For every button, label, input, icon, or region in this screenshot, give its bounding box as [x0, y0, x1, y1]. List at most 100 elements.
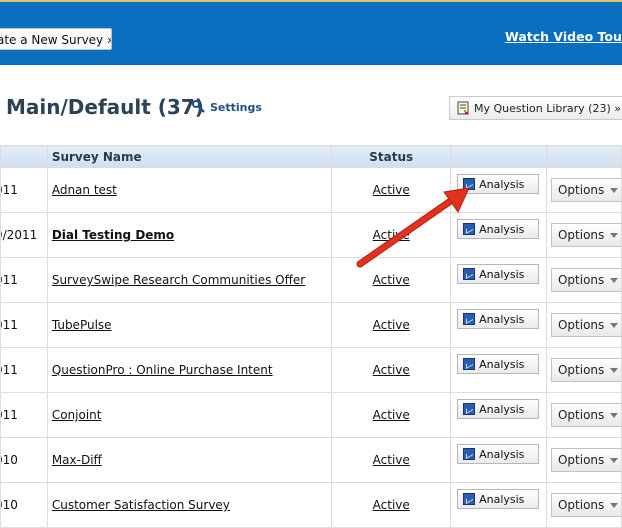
- survey-name-link[interactable]: SurveySwipe Research Communities Offer: [52, 273, 305, 287]
- survey-status-link[interactable]: Active: [373, 453, 410, 467]
- options-cell: Options: [545, 392, 622, 438]
- options-column-header: [545, 145, 622, 168]
- analysis-button[interactable]: Analysis: [457, 399, 540, 419]
- page-title: Main/Default (37): [6, 95, 204, 119]
- analysis-button[interactable]: Analysis: [457, 174, 540, 194]
- survey-date: 011: [1, 273, 18, 287]
- options-dropdown[interactable]: Options: [550, 223, 621, 247]
- analysis-button[interactable]: Analysis: [457, 444, 540, 464]
- options-label: Options: [557, 453, 605, 467]
- options-dropdown[interactable]: Options: [550, 493, 621, 517]
- survey-name-link[interactable]: TubePulse: [52, 318, 112, 332]
- survey-name-cell: Conjoint: [46, 392, 333, 438]
- options-label: Options: [557, 183, 605, 197]
- options-cell: Options: [545, 437, 622, 483]
- survey-name-cell: TubePulse: [46, 302, 333, 348]
- date-column-header: [0, 145, 48, 168]
- survey-name-column-header[interactable]: Survey Name: [46, 145, 333, 168]
- survey-date: 011: [1, 363, 18, 377]
- library-book-icon: [457, 101, 469, 115]
- survey-status-link[interactable]: Active: [373, 228, 410, 242]
- survey-date-cell: 011: [0, 302, 48, 348]
- survey-name-link[interactable]: Dial Testing Demo: [52, 228, 174, 242]
- survey-status-link[interactable]: Active: [373, 273, 410, 287]
- chart-icon: [463, 493, 476, 505]
- analysis-button[interactable]: Analysis: [457, 489, 540, 509]
- survey-status-link[interactable]: Active: [373, 498, 410, 512]
- survey-date-cell: 010: [0, 437, 48, 483]
- survey-name-link[interactable]: Customer Satisfaction Survey: [52, 498, 230, 512]
- chevron-down-icon: [610, 502, 619, 508]
- table-row: 011 TubePulse Active Analysis Options: [0, 302, 622, 348]
- analysis-cell: Analysis: [450, 482, 547, 528]
- survey-date-cell: 9/2011: [0, 212, 48, 258]
- analysis-label: Analysis: [479, 267, 525, 281]
- settings-link[interactable]: Settings: [192, 100, 262, 114]
- table-row: 9/2011 Dial Testing Demo Active Analysis Opt…: [0, 212, 622, 258]
- settings-label: Settings: [210, 100, 262, 114]
- analysis-button[interactable]: Analysis: [457, 264, 540, 284]
- options-dropdown[interactable]: Options: [550, 358, 621, 382]
- chevron-down-icon: [610, 322, 619, 328]
- survey-name-link[interactable]: Max-Diff: [52, 453, 102, 467]
- analysis-cell: Analysis: [450, 392, 547, 438]
- chart-icon: [463, 358, 476, 370]
- options-dropdown[interactable]: Options: [550, 313, 621, 337]
- survey-status-link[interactable]: Active: [373, 363, 410, 377]
- survey-name-link[interactable]: Adnan test: [52, 183, 117, 197]
- chart-icon: [463, 403, 476, 415]
- options-dropdown[interactable]: Options: [550, 178, 621, 202]
- survey-name-cell: Dial Testing Demo: [46, 212, 333, 258]
- chevron-down-icon: [610, 232, 619, 238]
- options-dropdown[interactable]: Options: [550, 403, 621, 427]
- options-dropdown[interactable]: Options: [550, 448, 621, 472]
- analysis-label: Analysis: [479, 222, 525, 236]
- analysis-cell: Analysis: [450, 212, 547, 258]
- survey-name-cell: Customer Satisfaction Survey: [46, 482, 333, 528]
- chevron-down-icon: [610, 187, 619, 193]
- options-cell: Options: [545, 167, 622, 213]
- survey-status-cell: Active: [331, 347, 452, 393]
- survey-name-link[interactable]: QuestionPro : Online Purchase Intent: [52, 363, 273, 377]
- survey-date: 010: [1, 453, 18, 467]
- options-dropdown[interactable]: Options: [550, 268, 621, 292]
- chart-icon: [463, 313, 476, 325]
- options-label: Options: [557, 408, 605, 422]
- table-row: 011 Adnan test Active Analysis Options: [0, 167, 622, 213]
- options-label: Options: [557, 318, 605, 332]
- create-survey-button[interactable]: ate a New Survey »: [0, 28, 112, 50]
- analysis-button[interactable]: Analysis: [457, 309, 540, 329]
- survey-name-link[interactable]: Conjoint: [52, 408, 102, 422]
- survey-name-cell: Adnan test: [46, 167, 333, 213]
- question-library-button[interactable]: My Question Library (23) »: [449, 96, 622, 120]
- table-row: 011 QuestionPro : Online Purchase Intent A…: [0, 347, 622, 393]
- analysis-cell: Analysis: [450, 257, 547, 303]
- survey-status-link[interactable]: Active: [373, 408, 410, 422]
- analysis-button[interactable]: Analysis: [457, 354, 540, 374]
- chevron-down-icon: [610, 457, 619, 463]
- watch-video-tour-link[interactable]: Watch Video Tour: [505, 29, 622, 44]
- survey-name-cell: Max-Diff: [46, 437, 333, 483]
- survey-status-cell: Active: [331, 482, 452, 528]
- survey-status-link[interactable]: Active: [373, 318, 410, 332]
- analysis-button[interactable]: Analysis: [457, 219, 540, 239]
- survey-status-link[interactable]: Active: [373, 183, 410, 197]
- options-cell: Options: [545, 212, 622, 258]
- analysis-label: Analysis: [479, 177, 525, 191]
- survey-status-cell: Active: [331, 437, 452, 483]
- options-cell: Options: [545, 257, 622, 303]
- survey-date-cell: 011: [0, 392, 48, 438]
- status-column-header[interactable]: Status: [331, 145, 452, 168]
- chevron-down-icon: [610, 412, 619, 418]
- survey-status-cell: Active: [331, 392, 452, 438]
- survey-date: 011: [1, 318, 18, 332]
- analysis-label: Analysis: [479, 357, 525, 371]
- chart-icon: [463, 178, 476, 190]
- survey-date-cell: 010: [0, 482, 48, 528]
- survey-name-cell: SurveySwipe Research Communities Offer: [46, 257, 333, 303]
- analysis-label: Analysis: [479, 312, 525, 326]
- survey-status-cell: Active: [331, 167, 452, 213]
- options-cell: Options: [545, 302, 622, 348]
- survey-date-cell: 011: [0, 167, 48, 213]
- top-bar: ate a New Survey » Watch Video Tour: [0, 0, 622, 65]
